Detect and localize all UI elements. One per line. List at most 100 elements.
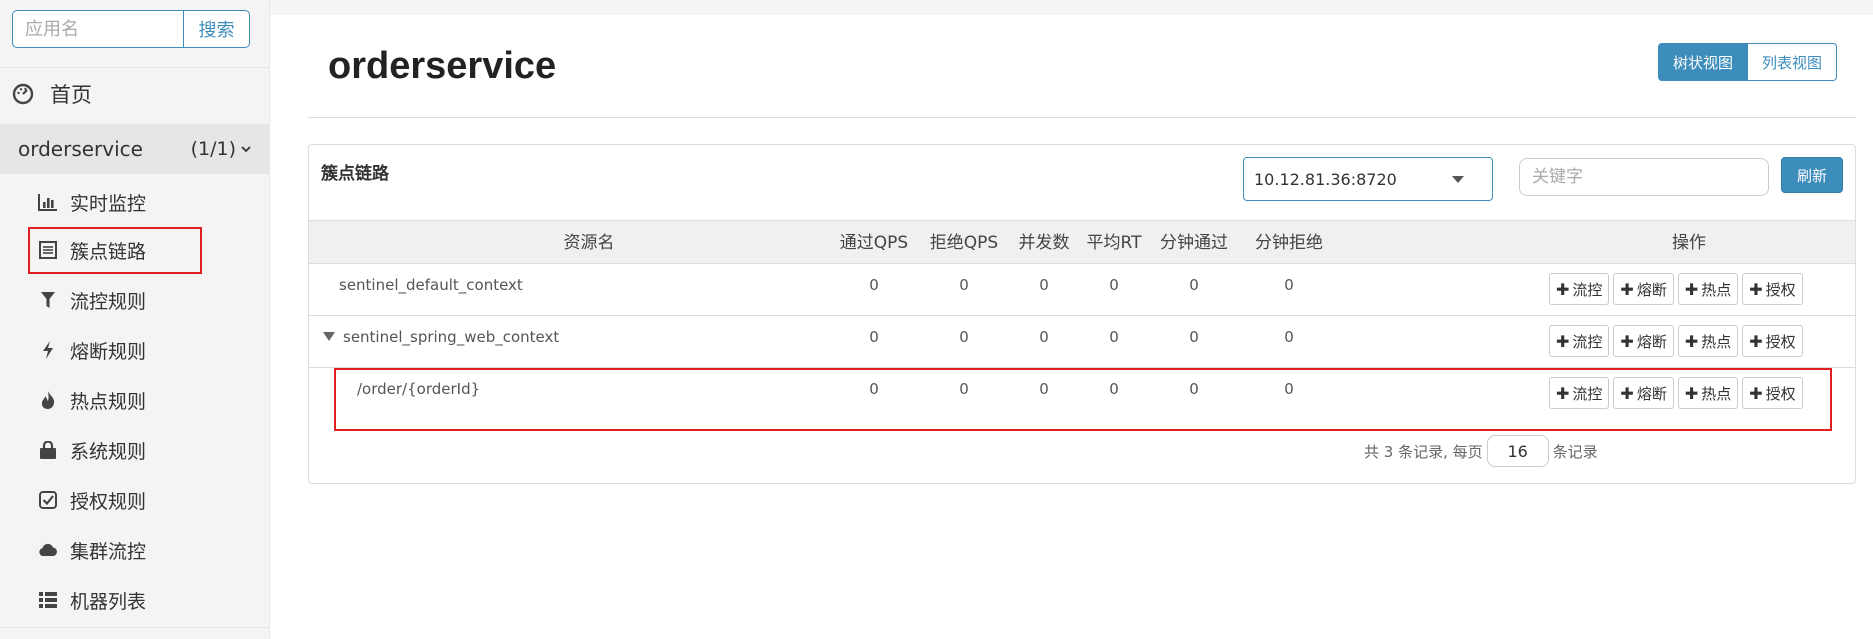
add-flow-rule-button[interactable]: ✚ 流控	[1549, 325, 1610, 357]
minute-pass: 0	[1189, 328, 1199, 346]
app-search: 搜索	[12, 10, 250, 48]
button-label: 授权	[1765, 332, 1796, 351]
cloud-icon	[38, 540, 58, 560]
table-header: 资源名 通过QPS 拒绝QPS 并发数 平均RT 分钟通过 分钟拒绝 操作	[309, 220, 1855, 264]
add-auth-rule-button[interactable]: ✚ 授权	[1742, 325, 1803, 357]
sidebar-item-label: 系统规则	[70, 440, 147, 463]
thread-num: 0	[1039, 328, 1049, 346]
fire-icon	[38, 390, 58, 410]
button-label: 热点	[1701, 332, 1732, 351]
machine-select[interactable]: 10.12.81.36:8720	[1243, 157, 1493, 201]
button-label: 熔断	[1636, 280, 1667, 299]
plus-icon: ✚	[1556, 331, 1570, 351]
row-actions: ✚ 流控 ✚ 熔断 ✚ 热点 ✚ 授权	[1549, 325, 1803, 357]
pager-prefix: 共 3 条记录, 每页	[1364, 442, 1483, 461]
table-row: sentinel_spring_web_context 0 0 0 0 0 0 …	[309, 316, 1855, 368]
add-degrade-rule-button[interactable]: ✚ 熔断	[1613, 273, 1674, 305]
title-divider	[308, 117, 1856, 118]
plus-icon: ✚	[1556, 279, 1570, 299]
resource-name[interactable]: sentinel_spring_web_context	[323, 316, 559, 368]
bolt-icon	[38, 340, 58, 360]
sidebar-item-cluster-flow[interactable]: 集群流控	[38, 534, 146, 566]
view-toggle: 树状视图 列表视图	[1658, 43, 1838, 81]
button-label: 流控	[1572, 280, 1603, 299]
chevron-down-icon	[241, 146, 251, 153]
add-flow-rule-button[interactable]: ✚ 流控	[1549, 273, 1610, 305]
annotation-highlight-box	[334, 368, 1832, 431]
table-row: sentinel_default_context 0 0 0 0 0 0 ✚ 流控…	[309, 264, 1855, 316]
minute-block: 0	[1284, 328, 1294, 346]
filter-icon	[38, 290, 58, 310]
check-square-icon	[38, 490, 58, 510]
plus-icon: ✚	[1684, 331, 1699, 351]
sidebar-item-degrade-rules[interactable]: 熔断规则	[38, 334, 146, 366]
avg-rt: 0	[1109, 276, 1119, 294]
resource-name-text: sentinel_spring_web_context	[343, 328, 560, 346]
list-view-button[interactable]: 列表视图	[1748, 43, 1838, 81]
button-label: 热点	[1701, 280, 1732, 299]
block-qps: 0	[959, 328, 969, 346]
app-name: orderservice	[18, 137, 143, 161]
add-hot-rule-button[interactable]: ✚ 热点	[1677, 325, 1739, 357]
machine-select-value: 10.12.81.36:8720	[1254, 169, 1397, 189]
sidebar-item-label: 授权规则	[70, 490, 147, 513]
sidebar-divider	[0, 627, 270, 628]
column-header: 资源名	[563, 233, 615, 253]
column-header: 分钟拒绝	[1255, 233, 1323, 253]
add-hot-rule-button[interactable]: ✚ 热点	[1677, 273, 1739, 305]
avg-rt: 0	[1109, 328, 1119, 346]
sidebar-item-label: 熔断规则	[70, 340, 147, 363]
button-label: 授权	[1765, 280, 1796, 299]
sidebar-divider	[0, 67, 270, 68]
lock-icon	[38, 440, 58, 460]
row-actions: ✚ 流控 ✚ 熔断 ✚ 热点 ✚ 授权	[1549, 273, 1803, 305]
keyword-input[interactable]	[1519, 158, 1769, 196]
sidebar-item-auth-rules[interactable]: 授权规则	[38, 484, 146, 516]
search-button[interactable]: 搜索	[183, 10, 250, 48]
app-search-input[interactable]	[12, 10, 183, 48]
pager-suffix: 条记录	[1552, 442, 1598, 461]
sidebar-app-orderservice[interactable]: orderservice (1/1)	[0, 124, 270, 174]
bar-chart-icon	[38, 192, 58, 212]
panel-title: 簇点链路	[321, 164, 389, 184]
page-size-input[interactable]	[1486, 435, 1549, 467]
sidebar-item-label: 集群流控	[70, 540, 147, 563]
minute-block: 0	[1284, 276, 1294, 294]
pagination: 共 3 条记录, 每页 条记录	[1364, 435, 1598, 467]
thread-num: 0	[1039, 276, 1049, 294]
expand-caret-icon[interactable]	[323, 332, 335, 341]
sidebar-item-label: 机器列表	[70, 590, 147, 613]
add-auth-rule-button[interactable]: ✚ 授权	[1742, 273, 1803, 305]
tree-view-button[interactable]: 树状视图	[1658, 43, 1749, 81]
add-degrade-rule-button[interactable]: ✚ 熔断	[1613, 325, 1674, 357]
resource-name: sentinel_default_context	[339, 276, 523, 294]
pass-qps: 0	[869, 276, 879, 294]
button-label: 熔断	[1636, 332, 1667, 351]
sidebar-item-machines[interactable]: 机器列表	[38, 584, 146, 616]
th-list-icon	[38, 590, 58, 610]
sidebar-item-hot-rules[interactable]: 热点规则	[38, 384, 146, 416]
dashboard-icon	[12, 83, 34, 105]
sidebar-item-home[interactable]: 首页	[12, 78, 92, 110]
caret-down-icon	[1452, 175, 1464, 183]
block-qps: 0	[959, 276, 969, 294]
minute-pass: 0	[1189, 276, 1199, 294]
sidebar-item-label: 流控规则	[70, 290, 147, 313]
app-machine-count: (1/1)	[190, 138, 236, 160]
refresh-button[interactable]: 刷新	[1781, 157, 1843, 193]
resource-panel: 簇点链路 10.12.81.36:8720 刷新 资源名 通过QPS 拒绝QPS…	[308, 144, 1856, 484]
plus-icon: ✚	[1749, 331, 1763, 351]
page-title: orderservice	[328, 45, 557, 87]
button-label: 流控	[1572, 332, 1603, 351]
plus-icon: ✚	[1749, 279, 1763, 299]
sidebar-item-realtime[interactable]: 实时监控	[38, 186, 146, 218]
sidebar-item-label: 实时监控	[70, 192, 147, 215]
sidebar-item-label: 热点规则	[70, 390, 147, 413]
annotation-highlight-box	[28, 227, 202, 274]
main-content: orderservice 树状视图 列表视图 簇点链路 10.12.81.36:…	[270, 15, 1873, 639]
pass-qps: 0	[869, 328, 879, 346]
sidebar-item-system-rules[interactable]: 系统规则	[38, 434, 146, 466]
plus-icon: ✚	[1684, 279, 1699, 299]
sidebar-item-label: 首页	[50, 83, 92, 107]
sidebar-item-flow-rules[interactable]: 流控规则	[38, 284, 146, 316]
